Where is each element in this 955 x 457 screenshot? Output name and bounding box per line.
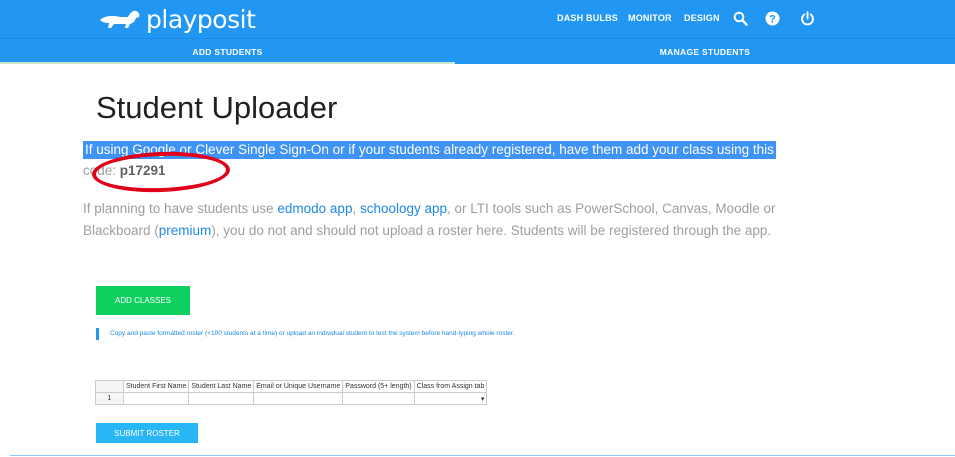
password-cell[interactable]	[342, 392, 415, 405]
nav-dash[interactable]: DASH	[557, 13, 583, 23]
bottom-divider	[10, 455, 955, 456]
first-name-cell[interactable]	[122, 392, 190, 405]
nav-design[interactable]: DESIGN	[684, 13, 720, 23]
nav-monitor[interactable]: MONITOR	[628, 13, 672, 23]
nav-bulbs[interactable]: BULBS	[586, 13, 618, 23]
col-email-username: Email or Unique Username	[253, 380, 344, 393]
email-cell[interactable]	[253, 392, 344, 405]
roster-info-text: Copy and paste formatted roster (<100 st…	[110, 330, 515, 337]
svg-text:?: ?	[769, 14, 776, 26]
edmodo-app-link[interactable]: edmodo app	[277, 201, 352, 216]
para-text-1: If planning to have students use	[83, 201, 278, 216]
roster-header-row: Student First Name Student Last Name Ema…	[95, 380, 488, 393]
power-icon[interactable]	[800, 11, 815, 26]
add-classes-button[interactable]: ADD CLASSES	[96, 286, 190, 315]
tab-manage-students[interactable]: MANAGE STUDENTS	[455, 39, 955, 65]
sub-tabs-bar: ADD STUDENTS MANAGE STUDENTS	[0, 38, 955, 64]
col-class: Class from Assign tab	[413, 380, 488, 393]
para-text-2: ,	[352, 201, 360, 216]
dropdown-arrow-icon[interactable]: ▾	[481, 396, 485, 403]
para-text-4: ), you do not and should not upload a ro…	[211, 223, 772, 238]
top-navbar: playposit DASH BULBS MONITOR DESIGN ?	[0, 0, 955, 38]
info-accent-bar	[96, 328, 99, 340]
row-number: 1	[95, 392, 124, 405]
col-last-name: Student Last Name	[188, 380, 255, 393]
roster-table: Student First Name Student Last Name Ema…	[95, 380, 488, 405]
table-row: 1 ▾	[95, 392, 488, 405]
col-first-name: Student First Name	[122, 380, 190, 393]
premium-link[interactable]: premium	[159, 223, 212, 238]
help-icon[interactable]: ?	[765, 11, 780, 26]
corner-cell	[95, 380, 124, 393]
dog-logo-icon	[100, 10, 140, 28]
search-icon[interactable]	[733, 11, 748, 26]
submit-roster-button[interactable]: SUBMIT ROSTER	[96, 423, 198, 443]
active-tab-indicator	[0, 62, 455, 64]
schoology-app-link[interactable]: schoology app	[360, 201, 447, 216]
playposit-logo[interactable]: playposit	[98, 3, 256, 35]
class-select-cell[interactable]: ▾	[413, 392, 488, 405]
lti-info-paragraph: If planning to have students use edmodo …	[83, 198, 843, 242]
logo-text: playposit	[146, 4, 256, 34]
col-password: Password (5+ length)	[342, 380, 415, 393]
page-title: Student Uploader	[96, 90, 338, 125]
last-name-cell[interactable]	[188, 392, 255, 405]
